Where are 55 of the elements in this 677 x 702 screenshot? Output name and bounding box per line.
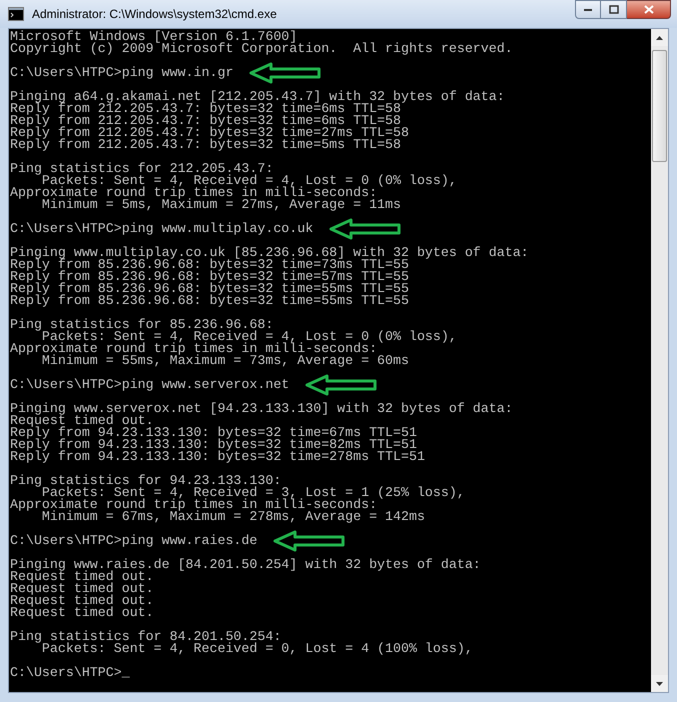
console-line: Request timed out.	[10, 415, 154, 427]
command-line: C:\Users\HTPC>ping www.raies.de	[10, 535, 258, 547]
up-arrow-icon	[656, 36, 663, 40]
console-line: Pinging a64.g.akamai.net [212.205.43.7] with 32 bytes of data:	[10, 91, 505, 103]
scroll-down-button[interactable]	[651, 675, 668, 692]
console-line: Ping statistics for 212.205.43.7:	[10, 163, 274, 175]
minimize-icon	[583, 8, 593, 12]
console-line: Approximate round trip times in milli-seconds:	[10, 499, 378, 511]
console-line: Reply from 85.236.96.68: bytes=32 time=55ms TTL=55	[10, 283, 409, 295]
console-line: Reply from 94.23.133.130: bytes=32 time=278ms TTL=51	[10, 451, 425, 463]
console-line: Pinging www.serverox.net [94.23.133.130] with 32 bytes of data:	[10, 403, 513, 415]
console-line: Reply from 85.236.96.68: bytes=32 time=57ms TTL=55	[10, 271, 409, 283]
close-icon	[644, 5, 654, 14]
console-line: Approximate round trip times in milli-seconds:	[10, 187, 378, 199]
console-line: Reply from 212.205.43.7: bytes=32 time=5ms TTL=58	[10, 139, 401, 151]
console-line: Approximate round trip times in milli-seconds:	[10, 343, 378, 355]
console-line: Reply from 212.205.43.7: bytes=32 time=6ms TTL=58	[10, 103, 401, 115]
console-line: Pinging www.raies.de [84.201.50.254] with 32 bytes of data:	[10, 559, 481, 571]
console-icon	[8, 7, 24, 21]
down-arrow-icon	[656, 682, 663, 686]
console-line: Ping statistics for 85.236.96.68:	[10, 319, 274, 331]
close-button[interactable]	[627, 0, 671, 19]
console-line: Microsoft Windows [Version 6.1.7600]	[10, 31, 298, 43]
scrollbar[interactable]	[651, 29, 668, 692]
maximize-icon	[608, 5, 618, 14]
console-line: Request timed out.	[10, 571, 154, 583]
console-line: Copyright (c) 2009 Microsoft Corporation. All rights reserved.	[10, 43, 513, 55]
console-line: Packets: Sent = 4, Received = 4, Lost = 0 (0% loss),	[42, 331, 457, 343]
command-line: C:\Users\HTPC>ping www.in.gr	[10, 67, 234, 79]
command-line: C:\Users\HTPC>_	[10, 667, 130, 679]
console-line: Minimum = 67ms, Maximum = 278ms, Average = 142ms	[42, 511, 425, 523]
minimize-button[interactable]	[575, 0, 601, 19]
console-line: Minimum = 55ms, Maximum = 73ms, Average = 60ms	[42, 355, 409, 367]
console-line: Ping statistics for 84.201.50.254:	[10, 631, 282, 643]
console-line: Packets: Sent = 4, Received = 4, Lost = 0 (0% loss),	[42, 175, 457, 187]
console-line: Reply from 94.23.133.130: bytes=32 time=67ms TTL=51	[10, 427, 417, 439]
scroll-thumb[interactable]	[652, 50, 667, 162]
console-line: Minimum = 5ms, Maximum = 27ms, Average = 11ms	[42, 199, 401, 211]
window-title: Administrator: C:\Windows\system32\cmd.exe	[32, 6, 277, 23]
console-line: Reply from 85.236.96.68: bytes=32 time=55ms TTL=55	[10, 295, 409, 307]
console-line: Request timed out.	[10, 595, 154, 607]
command-line: C:\Users\HTPC>ping www.serverox.net	[10, 379, 290, 391]
console-line: Packets: Sent = 4, Received = 0, Lost = 4 (100% loss),	[41, 643, 473, 655]
console-line: Reply from 212.205.43.7: bytes=32 time=27ms TTL=58	[10, 127, 409, 139]
console-line: Request timed out.	[10, 607, 154, 619]
command-line: C:\Users\HTPC>ping www.multiplay.co.uk	[10, 223, 314, 235]
console-line: Reply from 212.205.43.7: bytes=32 time=6ms TTL=58	[10, 115, 401, 127]
scroll-up-button[interactable]	[651, 29, 668, 46]
console-line: Ping statistics for 94.23.133.130:	[10, 475, 282, 487]
console-line: Packets: Sent = 4, Received = 3, Lost = 1 (25% loss),	[42, 487, 465, 499]
console-line: Reply from 94.23.133.130: bytes=32 time=82ms TTL=51	[10, 439, 417, 451]
maximize-button[interactable]	[601, 0, 627, 19]
console-line: Pinging www.multiplay.co.uk [85.236.96.68] with 32 bytes of data:	[10, 247, 529, 259]
console-line: Reply from 85.236.96.68: bytes=32 time=73ms TTL=55	[10, 259, 409, 271]
console-line: Request timed out.	[10, 583, 154, 595]
